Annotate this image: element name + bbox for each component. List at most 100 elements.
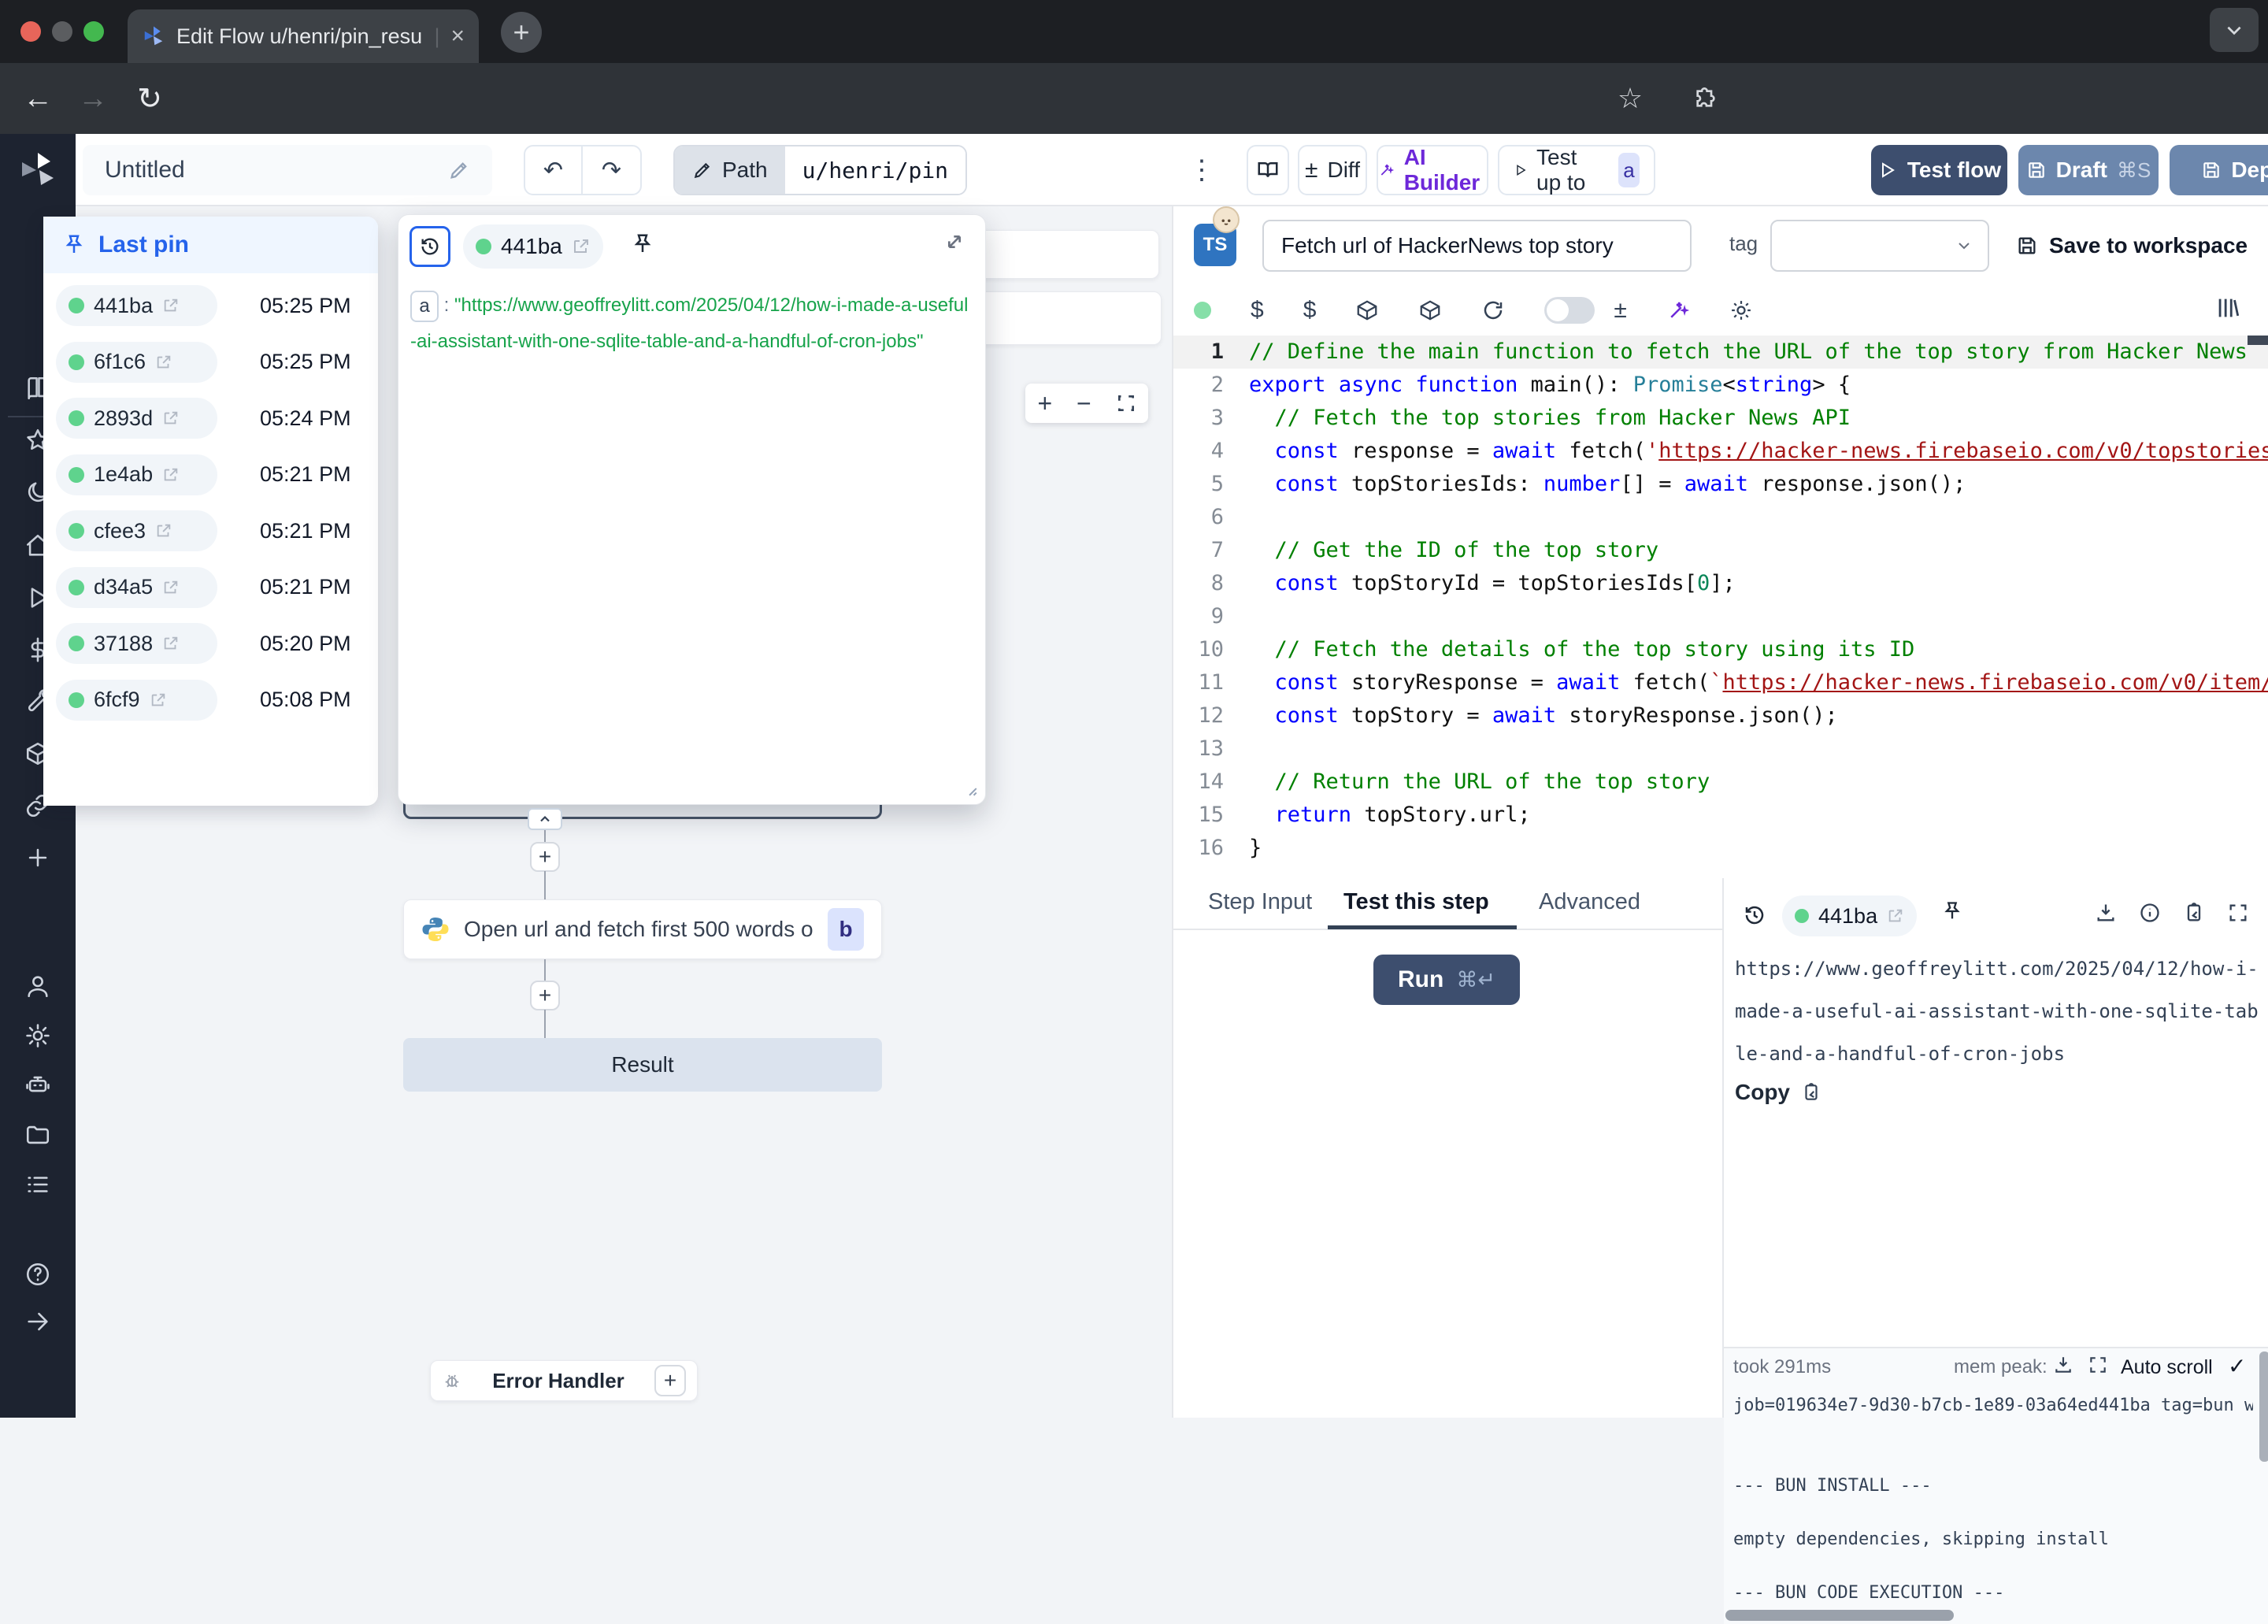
result-key-chip[interactable]: a bbox=[410, 291, 439, 322]
user-icon[interactable] bbox=[24, 973, 51, 999]
pin-id-chip[interactable]: 6fcf9 bbox=[56, 680, 217, 721]
library-icon[interactable] bbox=[2214, 295, 2241, 321]
windmill-logo[interactable] bbox=[19, 151, 57, 189]
path-button[interactable]: Path u/henri/pin bbox=[673, 145, 967, 195]
reload-icon[interactable] bbox=[1481, 298, 1505, 322]
tab-step-input[interactable]: Step Input bbox=[1208, 889, 1312, 915]
pin-row[interactable]: 441ba05:25 PM bbox=[43, 282, 378, 329]
test-flow-button[interactable]: Test flow bbox=[1871, 145, 2007, 195]
success-dot bbox=[1795, 909, 1809, 923]
diff-plus-minus-icon[interactable]: ± bbox=[1614, 297, 1626, 324]
pin-id-chip[interactable]: 6f1c6 bbox=[56, 342, 217, 383]
result-pin-chip[interactable]: 441ba bbox=[1782, 895, 1917, 936]
settings-icon[interactable] bbox=[24, 1022, 51, 1049]
extensions-icon[interactable] bbox=[1681, 75, 1729, 122]
package-icon[interactable] bbox=[1418, 298, 1442, 322]
flow-menu-kebab-icon[interactable]: ⋮ bbox=[1182, 145, 1221, 195]
clipboard-icon[interactable] bbox=[2183, 902, 2205, 924]
redo-button[interactable]: ↷ bbox=[583, 146, 640, 194]
save-to-workspace-button[interactable]: Save to workspace bbox=[2016, 220, 2248, 272]
pin-id-chip[interactable]: 2893d bbox=[56, 398, 217, 439]
diff-mode-toggle[interactable] bbox=[1544, 297, 1595, 324]
pin-id-chip[interactable]: cfee3 bbox=[56, 510, 217, 551]
step-name-input[interactable]: Fetch url of HackerNews top story bbox=[1262, 220, 1692, 272]
tab-test-this-step[interactable]: Test this step bbox=[1343, 889, 1489, 915]
deploy-button[interactable]: Deploy bbox=[2170, 145, 2268, 195]
help-icon[interactable] bbox=[24, 1261, 51, 1288]
run-button[interactable]: Run ⌘↵ bbox=[1373, 955, 1520, 1005]
draft-button[interactable]: Draft ⌘S bbox=[2018, 145, 2159, 195]
pin-row[interactable]: 3718805:20 PM bbox=[43, 620, 378, 667]
window-zoom-button[interactable] bbox=[83, 21, 104, 42]
resources-dollar-icon[interactable]: $ bbox=[1303, 297, 1317, 324]
expand-popup-icon[interactable] bbox=[942, 229, 967, 254]
forward-button[interactable]: → bbox=[69, 75, 117, 122]
autoscroll-checkbox[interactable]: ✓ bbox=[2228, 1353, 2246, 1379]
pin-id: 37188 bbox=[94, 632, 153, 656]
fit-view-icon[interactable] bbox=[1116, 393, 1136, 413]
download-log-icon[interactable] bbox=[2053, 1355, 2073, 1375]
pin-row[interactable]: 6fcf905:08 PM bbox=[43, 677, 378, 724]
resize-handle-icon[interactable] bbox=[958, 777, 979, 798]
pin-row[interactable]: 6f1c605:25 PM bbox=[43, 339, 378, 386]
undo-button[interactable]: ↶ bbox=[525, 146, 583, 194]
zoom-in-icon[interactable]: + bbox=[1037, 389, 1052, 418]
pin-id-chip[interactable]: 441ba bbox=[463, 224, 603, 269]
settings-gear-icon[interactable] bbox=[1729, 298, 1753, 322]
folders-icon[interactable] bbox=[24, 1122, 51, 1148]
fullscreen-icon[interactable] bbox=[2227, 902, 2249, 924]
info-icon[interactable] bbox=[2139, 902, 2161, 924]
pin-id-chip[interactable]: d34a5 bbox=[56, 567, 217, 608]
insert-step-button[interactable]: + bbox=[530, 842, 560, 872]
copy-button[interactable]: Copy bbox=[1735, 1080, 1821, 1105]
bun-runtime-icon bbox=[1213, 206, 1240, 233]
tab-advanced[interactable]: Advanced bbox=[1539, 889, 1640, 915]
pin-keep-icon[interactable] bbox=[631, 232, 654, 256]
pin-row[interactable]: cfee305:21 PM bbox=[43, 507, 378, 554]
history-icon[interactable] bbox=[1743, 903, 1766, 927]
expand-log-icon[interactable] bbox=[2088, 1355, 2108, 1375]
test-up-to-button[interactable]: Test up to a bbox=[1498, 145, 1655, 195]
download-icon[interactable] bbox=[2095, 902, 2117, 924]
window-minimize-button[interactable] bbox=[52, 21, 72, 42]
ai-builder-button[interactable]: AI Builder bbox=[1377, 145, 1488, 195]
pin-row[interactable]: d34a505:21 PM bbox=[43, 564, 378, 611]
flow-step-node-b[interactable]: Open url and fetch first 500 words of ..… bbox=[403, 899, 882, 959]
zoom-out-icon[interactable]: − bbox=[1077, 389, 1091, 418]
package-icon[interactable] bbox=[1355, 298, 1379, 322]
bookmark-star-icon[interactable]: ☆ bbox=[1606, 75, 1654, 122]
pin-keep-icon[interactable] bbox=[1941, 900, 1963, 922]
diff-button[interactable]: ± Diff bbox=[1298, 145, 1367, 195]
add-error-handler-button[interactable]: + bbox=[654, 1365, 686, 1396]
tag-select[interactable] bbox=[1770, 220, 1989, 272]
vertical-scrollbar-thumb[interactable] bbox=[2259, 1351, 2268, 1462]
browser-tab[interactable]: Edit Flow u/henri/pin_results | × bbox=[128, 9, 479, 63]
pin-row[interactable]: 1e4ab05:21 PM bbox=[43, 451, 378, 499]
insert-step-button[interactable]: + bbox=[530, 981, 560, 1010]
code-editor[interactable]: 1// Define the main function to fetch th… bbox=[1173, 331, 2268, 878]
tab-search-chevron-button[interactable] bbox=[2210, 8, 2259, 52]
horizontal-scrollbar-thumb[interactable] bbox=[1725, 1610, 1954, 1621]
logs-icon[interactable] bbox=[24, 1171, 51, 1198]
docs-book-button[interactable] bbox=[1247, 145, 1289, 195]
pin-row[interactable]: 2893d05:24 PM bbox=[43, 395, 378, 442]
flow-name-input[interactable]: Untitled bbox=[83, 145, 492, 195]
window-close-button[interactable] bbox=[20, 21, 41, 42]
back-button[interactable]: ← bbox=[14, 75, 61, 122]
workers-icon[interactable] bbox=[24, 1072, 51, 1099]
pin-id-chip[interactable]: 1e4ab bbox=[56, 454, 217, 495]
new-tab-button[interactable]: + bbox=[501, 12, 542, 53]
result-node[interactable]: Result bbox=[403, 1038, 882, 1092]
reload-button[interactable]: ↻ bbox=[126, 75, 173, 122]
ai-wand-icon[interactable] bbox=[1666, 298, 1690, 322]
pin-id-chip[interactable]: 37188 bbox=[56, 623, 217, 664]
tab-close-icon[interactable]: × bbox=[450, 23, 465, 50]
variables-dollar-icon[interactable]: $ bbox=[1251, 297, 1264, 324]
error-handler-node[interactable]: Error Handler + bbox=[430, 1360, 698, 1401]
expand-sidebar-icon[interactable] bbox=[24, 1308, 51, 1335]
plus-icon[interactable] bbox=[24, 844, 51, 871]
collapse-node-chevron-button[interactable] bbox=[528, 808, 562, 830]
history-toggle-button[interactable] bbox=[410, 226, 450, 267]
pin-id-chip[interactable]: 441ba bbox=[56, 285, 217, 326]
tab-separator: | bbox=[434, 24, 439, 49]
